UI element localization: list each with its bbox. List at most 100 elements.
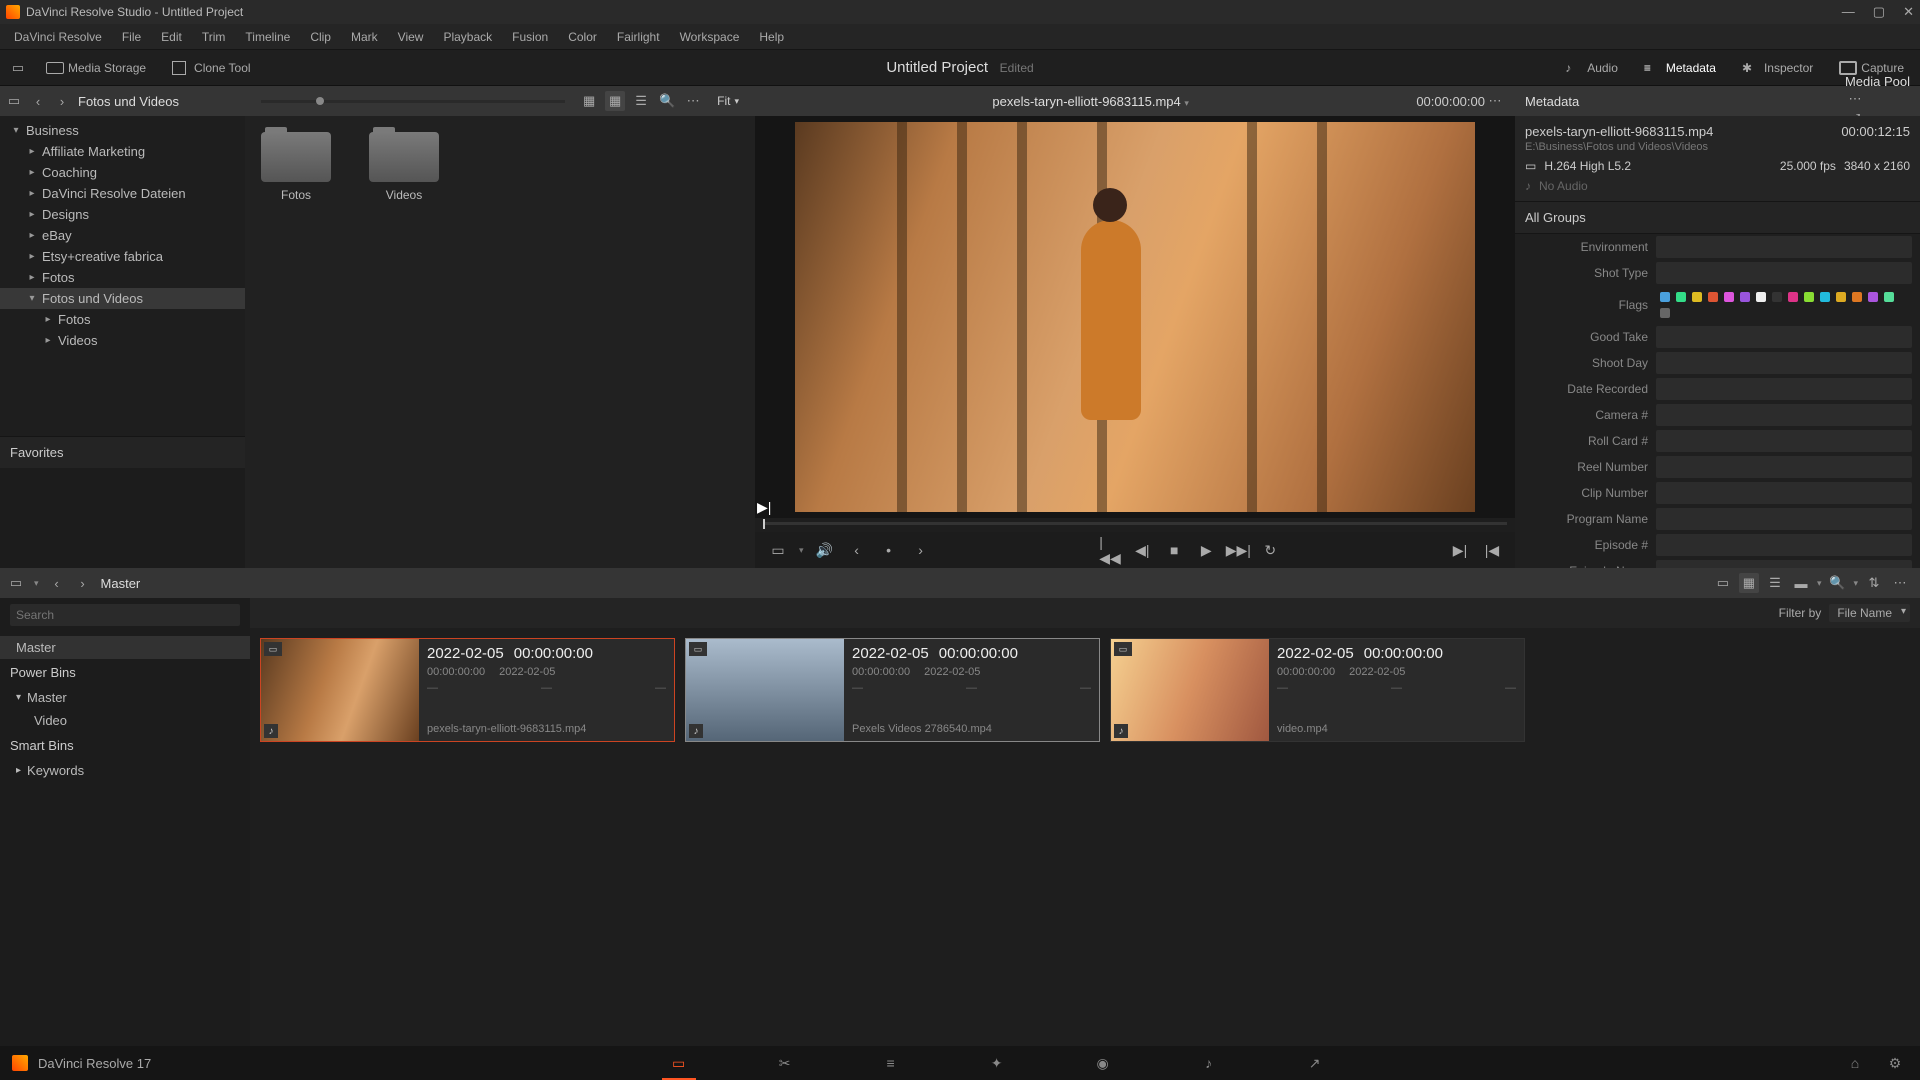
search-icon[interactable]: 🔍: [657, 91, 677, 111]
meta-field[interactable]: Roll Card #: [1515, 428, 1920, 454]
flag-swatch[interactable]: [1836, 292, 1846, 302]
pool-sort-icon[interactable]: ⇅: [1864, 573, 1884, 593]
tree-item[interactable]: ▸Coaching: [0, 162, 245, 183]
tree-item[interactable]: ▸Fotos: [0, 309, 245, 330]
flag-swatch[interactable]: [1660, 308, 1670, 318]
metadata-panel-button[interactable]: Metadata: [1638, 58, 1722, 78]
menu-workspace[interactable]: Workspace: [672, 27, 748, 47]
play-icon[interactable]: ▶: [1195, 539, 1217, 561]
meta-field[interactable]: Flags: [1515, 286, 1920, 324]
meta-field[interactable]: Reel Number: [1515, 454, 1920, 480]
tree-item[interactable]: ▸Affiliate Marketing: [0, 141, 245, 162]
in-point-icon[interactable]: ▶|: [1449, 539, 1471, 561]
go-end-icon[interactable]: ▶▶|: [1227, 539, 1249, 561]
panel-toggle-icon[interactable]: ▭: [10, 60, 26, 76]
match-frame-icon[interactable]: ▭: [767, 539, 789, 561]
meta-field[interactable]: Date Recorded: [1515, 376, 1920, 402]
viewer-canvas[interactable]: ▶|: [755, 116, 1515, 518]
pool-strip-chev-icon[interactable]: ▾: [1817, 578, 1822, 589]
viewer-options-icon[interactable]: ⋯: [1485, 91, 1505, 111]
stop-icon[interactable]: ■: [1163, 539, 1185, 561]
flag-swatch[interactable]: [1788, 292, 1798, 302]
meta-field[interactable]: Good Take: [1515, 324, 1920, 350]
meta-field[interactable]: Episode Name: [1515, 558, 1920, 568]
options-icon[interactable]: ⋯: [683, 91, 703, 111]
meta-groups-dropdown[interactable]: All Groups: [1515, 202, 1920, 234]
page-media[interactable]: ▭: [666, 1052, 692, 1074]
bin-master[interactable]: Master: [0, 636, 250, 659]
volume-icon[interactable]: 🔊: [814, 539, 836, 561]
folder-tree[interactable]: ▾Business▸Affiliate Marketing▸Coaching▸D…: [0, 116, 245, 436]
page-color[interactable]: ◉: [1090, 1052, 1116, 1074]
sidebar-layout-icon[interactable]: ▭: [6, 93, 22, 109]
tree-item[interactable]: ▸DaVinci Resolve Dateien: [0, 183, 245, 204]
maximize-button[interactable]: ▢: [1873, 4, 1885, 20]
nav-fwd-icon[interactable]: ›: [54, 93, 70, 109]
menu-davinci-resolve[interactable]: DaVinci Resolve: [6, 27, 110, 47]
meta-field[interactable]: Episode #: [1515, 532, 1920, 558]
flag-swatch[interactable]: [1660, 292, 1670, 302]
power-bins-header[interactable]: Power Bins: [0, 659, 250, 686]
clip-thumbnail[interactable]: ▭: [1111, 639, 1269, 741]
tree-item[interactable]: ▸eBay: [0, 225, 245, 246]
menu-clip[interactable]: Clip: [302, 27, 339, 47]
clip-card[interactable]: ▭ 2022-02-0500:00:00:00 00:00:00:002022-…: [260, 638, 675, 742]
flag-swatch[interactable]: [1820, 292, 1830, 302]
jog-dot-icon[interactable]: •: [878, 539, 900, 561]
step-back-icon[interactable]: ◀|: [1131, 539, 1153, 561]
meta-field[interactable]: Camera #: [1515, 402, 1920, 428]
flag-swatch[interactable]: [1724, 292, 1734, 302]
flag-swatch[interactable]: [1740, 292, 1750, 302]
menu-view[interactable]: View: [390, 27, 432, 47]
menu-color[interactable]: Color: [560, 27, 605, 47]
tree-item[interactable]: ▸Fotos: [0, 267, 245, 288]
jog-prev-icon[interactable]: ‹: [846, 539, 868, 561]
meta-field[interactable]: Shoot Day: [1515, 350, 1920, 376]
menu-file[interactable]: File: [114, 27, 149, 47]
meta-field[interactable]: Shot Type: [1515, 260, 1920, 286]
meta-field[interactable]: Environment: [1515, 234, 1920, 260]
tree-item[interactable]: ▸Designs: [0, 204, 245, 225]
menu-mark[interactable]: Mark: [343, 27, 386, 47]
metadata-options-icon[interactable]: ⋯: [1845, 89, 1865, 109]
pool-view-strip-icon[interactable]: ▬: [1791, 573, 1811, 593]
menu-timeline[interactable]: Timeline: [237, 27, 298, 47]
flag-swatch[interactable]: [1804, 292, 1814, 302]
pool-view-a-icon[interactable]: ▭: [1713, 573, 1733, 593]
menu-help[interactable]: Help: [751, 27, 792, 47]
menu-edit[interactable]: Edit: [153, 27, 190, 47]
home-icon[interactable]: ⌂: [1842, 1052, 1868, 1074]
favorites-header[interactable]: Favorites: [0, 436, 245, 468]
flag-swatch[interactable]: [1852, 292, 1862, 302]
fit-dropdown[interactable]: Fit▾: [709, 92, 747, 110]
page-edit[interactable]: ≡: [878, 1052, 904, 1074]
meta-field[interactable]: Clip Number: [1515, 480, 1920, 506]
inspector-panel-button[interactable]: Inspector: [1736, 58, 1819, 78]
pool-layout-chevron-icon[interactable]: ▾: [34, 578, 39, 589]
tree-item[interactable]: ▾Business: [0, 120, 245, 141]
smart-bin-keywords[interactable]: ▸Keywords: [0, 759, 250, 782]
mark-in-icon[interactable]: ▶|: [757, 499, 771, 516]
minimize-button[interactable]: —: [1842, 4, 1855, 20]
go-start-icon[interactable]: |◀◀: [1099, 539, 1121, 561]
folder-videos[interactable]: Videos: [369, 132, 439, 202]
page-fairlight[interactable]: ♪: [1196, 1052, 1222, 1074]
pool-fwd-icon[interactable]: ›: [75, 575, 91, 591]
pool-search-icon[interactable]: 🔍: [1827, 573, 1847, 593]
media-pool-label[interactable]: Media Pool: [1845, 74, 1910, 89]
menu-trim[interactable]: Trim: [194, 27, 234, 47]
power-bin-video[interactable]: Video: [0, 709, 250, 732]
clip-thumbnail[interactable]: ▭: [261, 639, 419, 741]
pool-search-input[interactable]: [10, 604, 240, 626]
clip-card[interactable]: ▭ 2022-02-0500:00:00:00 00:00:00:002022-…: [685, 638, 1100, 742]
close-button[interactable]: ✕: [1903, 4, 1914, 20]
pool-view-grid-icon[interactable]: ▦: [1739, 573, 1759, 593]
page-fusion[interactable]: ✦: [984, 1052, 1010, 1074]
media-storage-button[interactable]: Media Storage: [40, 58, 152, 78]
flag-swatch[interactable]: [1772, 292, 1782, 302]
smart-bins-header[interactable]: Smart Bins: [0, 732, 250, 759]
audio-panel-button[interactable]: Audio: [1559, 58, 1624, 78]
pool-back-icon[interactable]: ‹: [49, 575, 65, 591]
menu-fairlight[interactable]: Fairlight: [609, 27, 668, 47]
filter-dropdown[interactable]: File Name: [1829, 604, 1910, 622]
